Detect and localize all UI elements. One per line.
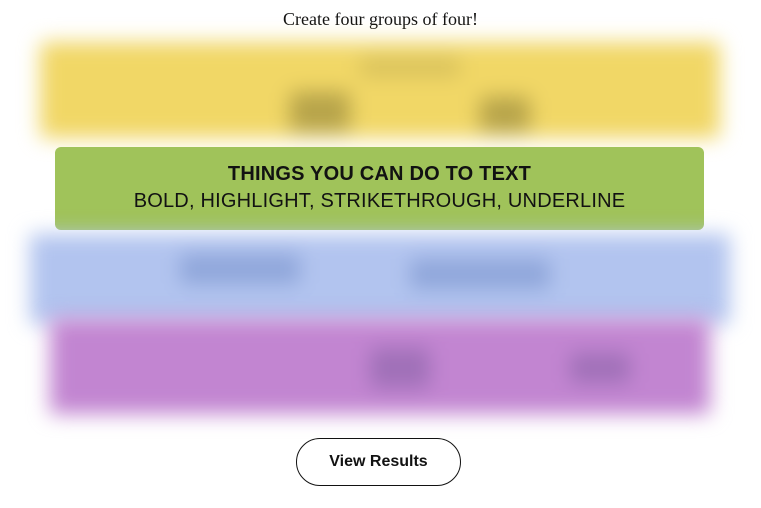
view-results-button[interactable]: View Results [296, 438, 461, 486]
solved-group-title: THINGS YOU CAN DO TO TEXT [227, 163, 532, 185]
game-prompt: Create four groups of four! [283, 9, 478, 29]
hidden-group-purple [50, 318, 710, 414]
connections-results-page: Create four groups of four! THINGS YOU C… [0, 0, 761, 508]
hidden-group-yellow [40, 42, 720, 138]
solved-group-green: THINGS YOU CAN DO TO TEXT BOLD, HIGHLIGH… [55, 147, 704, 230]
solved-group-members: BOLD, HIGHLIGHT, STRIKETHROUGH, UNDERLIN… [133, 190, 626, 212]
hidden-group-blue [30, 234, 730, 324]
